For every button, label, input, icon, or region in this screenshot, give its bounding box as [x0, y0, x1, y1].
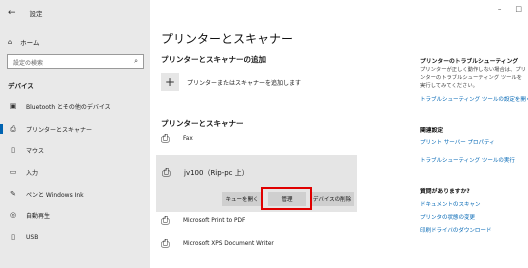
- titlebar: ← 設定: [8, 8, 43, 18]
- printer-icon: ⎙: [161, 237, 170, 250]
- troubleshoot-text: プリンターが正しく動作しない場合は、プリンターのトラブルシューティング ツールを…: [420, 67, 526, 89]
- add-section-title: プリンターとスキャナーの追加: [161, 55, 266, 64]
- printer-name: jv100（Rip-pc 上）: [184, 169, 249, 177]
- sidebar-item-label: USB: [26, 233, 39, 241]
- window-title: 設定: [29, 10, 43, 18]
- sidebar-item-autoplay[interactable]: ◎ 自動再生: [0, 207, 150, 223]
- sidebar-item-label: ペンと Windows Ink: [26, 191, 84, 199]
- add-printer-label: プリンターまたはスキャナーを追加します: [187, 79, 302, 87]
- printer-item-xps[interactable]: ⎙ Microsoft XPS Document Writer: [161, 238, 274, 250]
- troubleshoot-title: プリンターのトラブルシューティング: [420, 59, 519, 65]
- sidebar-item-label: マウス: [26, 147, 45, 155]
- printer-item-jv100: ⎙ jv100（Rip-pc 上）: [162, 167, 249, 179]
- printer-icon: ⎙: [10, 124, 16, 133]
- maximize-button[interactable]: □: [515, 5, 522, 13]
- sidebar: ← 設定 ⌂ ホーム 設定の検索 ⌕ デバイス ▣ Bluetooth とその他…: [0, 0, 150, 268]
- printer-name: Microsoft Print to PDF: [183, 218, 246, 224]
- keyboard-icon: ▭: [9, 168, 17, 176]
- questions-title: 質問がありますか?: [420, 189, 470, 195]
- sidebar-item-printers[interactable]: ⎙ プリンターとスキャナー: [0, 121, 150, 137]
- change-printer-status-link[interactable]: プリンタの状態の変更: [420, 213, 475, 221]
- remove-device-button[interactable]: デバイスの削除: [310, 192, 354, 206]
- window-controls: – □: [498, 5, 522, 13]
- printer-icon: ⎙: [161, 214, 170, 227]
- download-driver-link[interactable]: 印刷ドライバのダウンロード: [420, 226, 491, 234]
- main-content: – □ プリンターとスキャナー プリンターとスキャナーの追加 + プリンターまた…: [150, 0, 528, 268]
- pen-icon: ✎: [10, 190, 16, 198]
- printer-icon: ⎙: [161, 132, 170, 145]
- home-link[interactable]: ⌂ ホーム: [8, 37, 39, 47]
- sidebar-item-mouse[interactable]: ▯ マウス: [0, 142, 150, 158]
- sidebar-section-title: デバイス: [8, 82, 34, 90]
- run-troubleshooter-link[interactable]: トラブルシューティング ツールの実行: [420, 156, 515, 164]
- back-arrow-icon[interactable]: ←: [8, 8, 16, 18]
- search-placeholder: 設定の検索: [13, 60, 44, 67]
- print-server-properties-link[interactable]: プリント サーバー プロパティ: [420, 138, 495, 146]
- minimize-button[interactable]: –: [498, 5, 502, 13]
- printers-section-title: プリンターとスキャナー: [161, 119, 244, 128]
- mouse-icon: ▯: [11, 146, 15, 154]
- printer-item-fax[interactable]: ⎙ Fax: [161, 133, 193, 145]
- sidebar-item-pen[interactable]: ✎ ペンと Windows Ink: [0, 186, 150, 202]
- sidebar-item-bluetooth[interactable]: ▣ Bluetooth とその他のデバイス: [0, 98, 150, 114]
- home-icon: ⌂: [8, 38, 13, 46]
- printer-item-pdf[interactable]: ⎙ Microsoft Print to PDF: [161, 215, 245, 227]
- scan-document-link[interactable]: ドキュメントのスキャン: [420, 200, 481, 208]
- related-settings-title: 関連設定: [420, 128, 444, 134]
- sidebar-item-label: 入力: [26, 169, 39, 177]
- search-icon[interactable]: ⌕: [134, 57, 138, 66]
- sidebar-item-label: Bluetooth とその他のデバイス: [26, 103, 111, 111]
- sidebar-item-label: プリンターとスキャナー: [26, 126, 93, 134]
- usb-icon: ▯: [11, 233, 15, 241]
- add-printer-button[interactable]: + プリンターまたはスキャナーを追加します: [161, 73, 301, 91]
- search-input[interactable]: 設定の検索 ⌕: [7, 54, 144, 69]
- bluetooth-icon: ▣: [9, 102, 17, 110]
- sidebar-item-label: 自動再生: [26, 212, 51, 220]
- open-queue-button[interactable]: キューを開く: [222, 192, 262, 206]
- autoplay-icon: ◎: [9, 211, 17, 219]
- page-title: プリンターとスキャナー: [161, 32, 294, 46]
- sidebar-item-input[interactable]: ▭ 入力: [0, 164, 150, 180]
- printer-name: Fax: [183, 136, 193, 142]
- printer-icon: ⎙: [162, 166, 171, 179]
- home-label: ホーム: [20, 39, 40, 47]
- sidebar-item-usb[interactable]: ▯ USB: [0, 229, 150, 245]
- printer-name: Microsoft XPS Document Writer: [183, 241, 274, 247]
- plus-icon: +: [161, 73, 179, 91]
- troubleshoot-link[interactable]: トラブルシューティング ツールの設定を開く: [420, 95, 528, 103]
- highlight-box: [261, 187, 312, 210]
- selected-printer-panel[interactable]: ⎙ jv100（Rip-pc 上） キューを開く 管理 デバイスの削除: [156, 155, 357, 212]
